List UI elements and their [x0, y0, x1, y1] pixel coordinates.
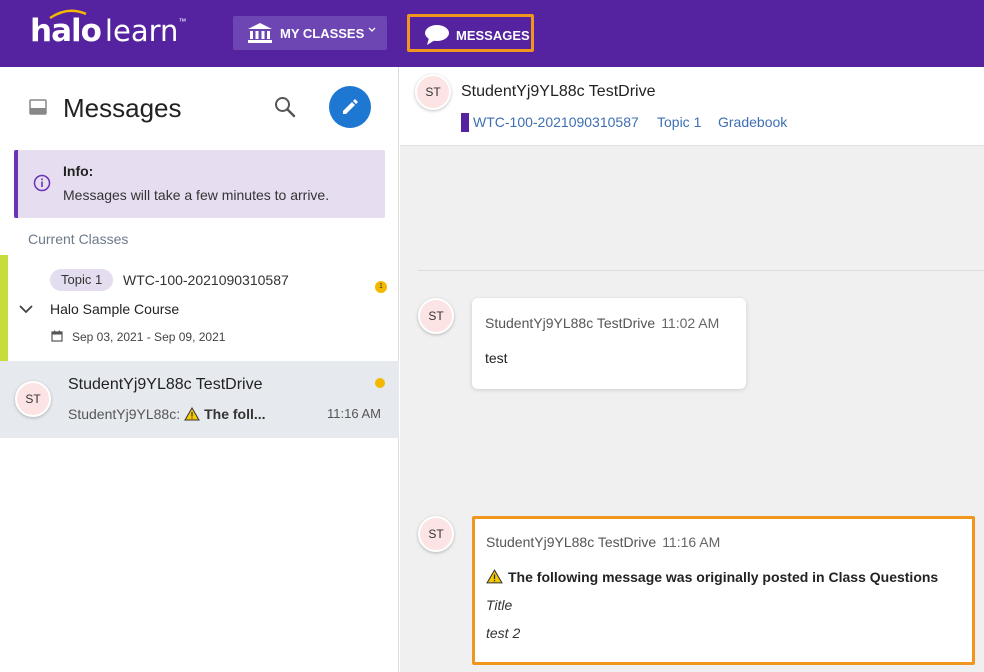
conversation-title: StudentYj9YL88c TestDrive	[461, 83, 656, 100]
info-text: Messages will take a few minutes to arri…	[63, 187, 330, 203]
conversation-pane: ST StudentYj9YL88c TestDrive WTC-100-202…	[400, 67, 984, 672]
preview-sender: StudentYj9YL88c:	[68, 406, 181, 422]
message-title: Title	[486, 597, 513, 613]
message-sender: StudentYj9YL88c TestDrive	[486, 534, 657, 550]
info-banner: Info: Messages will take a few minutes t…	[14, 150, 385, 218]
unread-count-badge: 1	[375, 281, 387, 293]
chat-bubble-icon	[425, 25, 449, 45]
compose-message-button[interactable]	[329, 86, 371, 128]
pencil-icon	[343, 99, 358, 114]
preview-text: The foll...	[204, 406, 266, 422]
avatar: ST	[15, 381, 51, 417]
messages-sidebar: Messages Info: Messages will take a few …	[0, 67, 399, 672]
message-time: 11:02 AM	[661, 315, 720, 331]
calendar-icon	[51, 330, 63, 342]
message-sender: StudentYj9YL88c TestDrive	[485, 315, 656, 331]
chevron-down-icon[interactable]	[368, 27, 376, 33]
forwarded-notice: The following message was originally pos…	[486, 569, 938, 585]
breadcrumb-class[interactable]: WTC-100-2021090310587	[473, 114, 639, 130]
logo-swoosh-icon	[49, 9, 87, 20]
chevron-down-icon[interactable]	[19, 304, 33, 314]
course-name: Halo Sample Course	[50, 301, 180, 317]
class-group-item[interactable]: Topic 1 WTC-100-2021090310587 Halo Sampl…	[0, 255, 399, 361]
class-color-stripe	[0, 255, 8, 361]
messages-nav-button[interactable]: MESSAGES	[407, 14, 534, 52]
bank-icon	[248, 23, 272, 43]
avatar: ST	[418, 516, 454, 552]
message-meta: StudentYj9YL88c TestDrive 11:16 AM	[486, 534, 720, 550]
conversation-header: ST StudentYj9YL88c TestDrive WTC-100-202…	[400, 67, 984, 146]
message-card: StudentYj9YL88c TestDrive 11:02 AM test	[472, 298, 746, 389]
my-classes-button[interactable]: MY CLASSES	[233, 16, 387, 50]
breadcrumb-topic[interactable]: Topic 1	[657, 114, 701, 130]
info-icon	[33, 174, 51, 192]
class-color-marker	[461, 113, 469, 132]
message-card-highlighted: StudentYj9YL88c TestDrive 11:16 AM The fo…	[472, 516, 975, 665]
thread-name: StudentYj9YL88c TestDrive	[68, 376, 263, 393]
class-code: WTC-100-2021090310587	[123, 272, 289, 288]
page-title: Messages	[63, 93, 182, 123]
message-time: 11:16 AM	[662, 534, 721, 550]
forwarded-notice-text: The following message was originally pos…	[508, 569, 939, 585]
avatar: ST	[415, 74, 451, 110]
thread-time: 11:16 AM	[327, 406, 381, 421]
my-classes-label: MY CLASSES	[280, 26, 365, 41]
top-navigation-bar: halo learn™ MY CLASSES MESSAGES	[0, 0, 984, 67]
course-dates: Sep 03, 2021 - Sep 09, 2021	[72, 330, 226, 344]
topic-chip: Topic 1	[50, 269, 114, 291]
logo-trademark: ™	[178, 17, 187, 26]
message-body: test 2	[486, 625, 521, 641]
divider	[418, 270, 984, 271]
search-icon[interactable]	[274, 96, 296, 118]
logo-product: learn	[104, 14, 179, 48]
messages-nav-label: MESSAGES	[456, 28, 530, 43]
conversation-list-item[interactable]: ST StudentYj9YL88c TestDrive StudentYj9Y…	[0, 361, 399, 438]
message-body: test	[485, 350, 508, 366]
avatar: ST	[418, 298, 454, 334]
inbox-icon	[29, 99, 47, 115]
warning-icon	[486, 569, 503, 584]
warning-icon	[184, 407, 200, 421]
info-title: Info:	[63, 163, 94, 179]
halo-learn-logo[interactable]: halo learn™	[30, 9, 187, 53]
unread-indicator	[375, 378, 385, 388]
breadcrumb-gradebook[interactable]: Gradebook	[718, 114, 787, 130]
message-meta: StudentYj9YL88c TestDrive 11:02 AM	[485, 315, 719, 331]
thread-preview: StudentYj9YL88c: The foll...	[68, 406, 266, 422]
current-classes-label: Current Classes	[28, 231, 129, 247]
